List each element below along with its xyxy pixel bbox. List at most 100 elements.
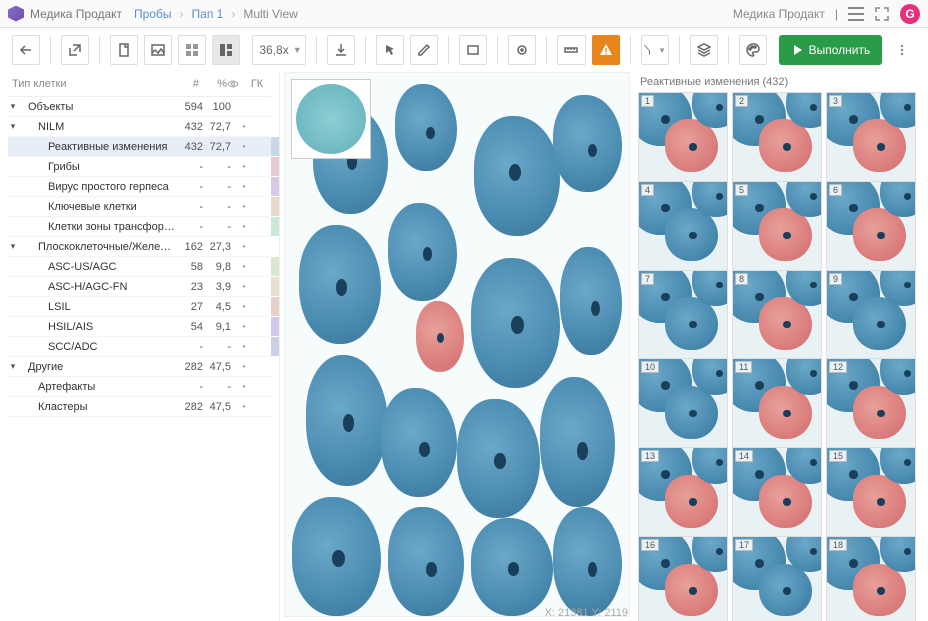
overview-thumbnail[interactable] — [291, 79, 371, 159]
gallery-card[interactable]: 4 — [638, 181, 728, 271]
cell-type-row[interactable]: LSIL274,5• — [8, 297, 271, 317]
gallery-card[interactable]: 9 — [826, 270, 916, 360]
avatar[interactable]: G — [900, 4, 920, 24]
cell-type-row[interactable]: Ключевые клетки--• — [8, 197, 271, 217]
gallery-card[interactable]: 2 — [732, 92, 822, 182]
cell-type-row[interactable]: HSIL/AIS549,1• — [8, 317, 271, 337]
row-label: Реактивные изменения — [18, 141, 175, 153]
image-button[interactable] — [144, 35, 172, 65]
color-chip — [271, 217, 279, 236]
play-icon — [791, 44, 803, 56]
gallery-card[interactable]: 17 — [732, 536, 822, 621]
row-count: 162 — [175, 241, 203, 253]
zoom-select[interactable]: 36,8x ▼ — [252, 35, 306, 65]
grid-large-button[interactable] — [212, 35, 240, 65]
run-label: Выполнить — [809, 43, 871, 57]
palette-button[interactable] — [739, 35, 767, 65]
gallery-card[interactable]: 15 — [826, 447, 916, 537]
cell-type-row[interactable]: Артефакты--• — [8, 377, 271, 397]
gallery-card[interactable]: 1 — [638, 92, 728, 182]
cell-type-row[interactable]: Вирус простого герпеса--• — [8, 177, 271, 197]
row-count: 23 — [175, 281, 203, 293]
cell-type-row[interactable]: ▾Плоскоклеточные/Железис...16227,3• — [8, 237, 271, 257]
row-eye: • — [235, 382, 253, 391]
gallery-card[interactable]: 13 — [638, 447, 728, 537]
target-button[interactable] — [508, 35, 536, 65]
row-label: NILM — [18, 121, 175, 133]
card-number: 7 — [641, 273, 654, 285]
color-chip — [271, 257, 279, 276]
row-eye: • — [235, 262, 253, 271]
cell-type-row[interactable]: Грибы--• — [8, 157, 271, 177]
cell-type-row[interactable]: Кластеры28247,5• — [8, 397, 271, 417]
row-label: Объекты — [18, 101, 175, 113]
grid-small-button[interactable] — [178, 35, 206, 65]
cell-type-row[interactable]: ▾NILM43272,7• — [8, 117, 271, 137]
cell-type-row[interactable]: ASC-H/AGC-FN233,9• — [8, 277, 271, 297]
gallery-card[interactable]: 14 — [732, 447, 822, 537]
gallery-card[interactable]: 6 — [826, 181, 916, 271]
pointer-button[interactable] — [376, 35, 404, 65]
divider — [50, 36, 51, 64]
external-link-button[interactable] — [61, 35, 89, 65]
gallery-card[interactable]: 8 — [732, 270, 822, 360]
breadcrumb: Пробы › Пап 1 › Multi View — [134, 7, 733, 21]
caret-icon: ▾ — [8, 101, 18, 112]
gallery-card[interactable]: 5 — [732, 181, 822, 271]
chevron-right-icon: › — [180, 7, 184, 21]
color-chip — [271, 157, 279, 176]
row-count: 54 — [175, 321, 203, 333]
filter-button[interactable]: ▼ — [641, 35, 669, 65]
gallery-card[interactable]: 12 — [826, 358, 916, 448]
gallery-card[interactable]: 10 — [638, 358, 728, 448]
divider — [728, 36, 729, 64]
logo-icon — [8, 6, 24, 22]
chevron-down-icon: ▼ — [293, 45, 302, 55]
row-label: Ключевые клетки — [18, 201, 175, 213]
sidebar: Тип клетки # % ГК ▾Объекты594100▾NILM432… — [0, 72, 280, 621]
fullscreen-icon[interactable] — [874, 6, 890, 22]
cell-type-row[interactable]: Клетки зоны трансформа...--• — [8, 217, 271, 237]
document-button[interactable] — [110, 35, 138, 65]
cell-type-row[interactable]: ASC-US/AGC589,8• — [8, 257, 271, 277]
run-button[interactable]: Выполнить — [779, 35, 883, 65]
rect-button[interactable] — [459, 35, 487, 65]
row-pct: 4,5 — [203, 301, 235, 313]
row-count: 282 — [175, 401, 203, 413]
row-count: - — [175, 181, 203, 193]
layers-button[interactable] — [690, 35, 718, 65]
gallery-card[interactable]: 16 — [638, 536, 728, 621]
crumb-pap1[interactable]: Пап 1 — [192, 7, 224, 21]
gallery-card[interactable]: 3 — [826, 92, 916, 182]
slide-viewer[interactable] — [284, 72, 630, 617]
gallery-card[interactable]: 18 — [826, 536, 916, 621]
cell-type-row[interactable]: ▾Объекты594100 — [8, 97, 271, 117]
pencil-button[interactable] — [410, 35, 438, 65]
row-label: Артефакты — [18, 381, 175, 393]
row-pct: - — [203, 201, 235, 213]
download-button[interactable] — [327, 35, 355, 65]
card-number: 5 — [735, 184, 748, 196]
menu-icon[interactable] — [848, 7, 864, 21]
cell-type-row[interactable]: ▾Другие28247,5• — [8, 357, 271, 377]
cell-type-row[interactable]: Реактивные изменения43272,7• — [8, 137, 271, 157]
row-label: ASC-US/AGC — [18, 261, 175, 273]
brand-label: Медика Продакт — [30, 7, 122, 21]
caret-icon: ▾ — [8, 241, 18, 252]
row-pct: - — [203, 221, 235, 233]
color-chip — [271, 337, 279, 356]
viewer-panel: X: 21381 Y: 2119 — [280, 72, 638, 621]
row-eye: • — [235, 202, 253, 211]
color-chip — [271, 137, 279, 156]
cell-type-row[interactable]: SCC/ADC--• — [8, 337, 271, 357]
row-label: Вирус простого герпеса — [18, 181, 175, 193]
warning-button[interactable] — [592, 35, 620, 65]
back-button[interactable] — [12, 35, 40, 65]
chevron-right-icon: › — [231, 7, 235, 21]
more-button[interactable] — [888, 35, 916, 65]
col-type: Тип клетки — [12, 78, 171, 90]
gallery-card[interactable]: 7 — [638, 270, 728, 360]
crumb-probes[interactable]: Пробы — [134, 7, 171, 21]
gallery-card[interactable]: 11 — [732, 358, 822, 448]
ruler-button[interactable] — [557, 35, 585, 65]
